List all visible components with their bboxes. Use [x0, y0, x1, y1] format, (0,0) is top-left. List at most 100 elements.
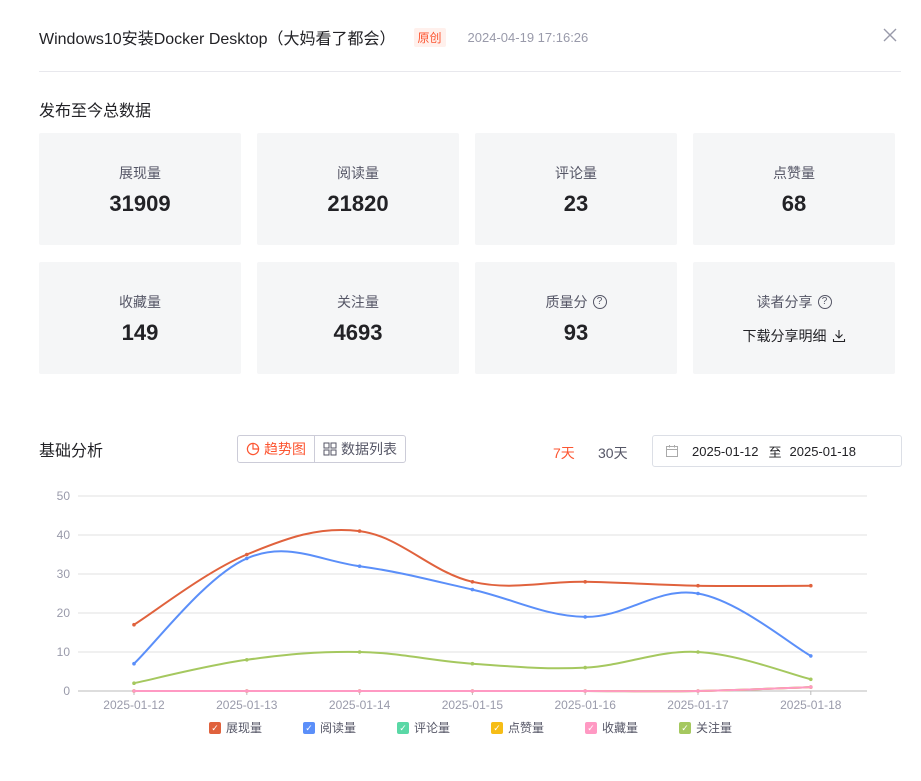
- close-icon[interactable]: [879, 24, 901, 46]
- stat-value: 93: [563, 320, 589, 345]
- trend-chart: 0 10 20 30 40 50 2025-01-12 2025-01-13 2025-01-1…: [57, 489, 867, 712]
- date-separator: 至: [768, 444, 782, 460]
- stat-label: 阅读量: [337, 165, 379, 181]
- data-point: [583, 689, 587, 693]
- y-tick-label: 10: [57, 645, 71, 659]
- checkbox-icon: ✓: [679, 721, 691, 734]
- stat-card-follows: 关注量 4693: [257, 262, 459, 374]
- view-toggle: 趋势图 数据列表: [237, 435, 406, 463]
- data-point: [245, 552, 249, 557]
- original-badge: 原创: [413, 27, 446, 47]
- legend-label: 关注量: [696, 721, 733, 735]
- y-tick-label: 40: [57, 528, 71, 542]
- series-line: [133, 650, 812, 685]
- data-point: [583, 615, 587, 619]
- stat-value: 23: [563, 191, 589, 216]
- data-point: [245, 556, 249, 561]
- data-point: [696, 583, 700, 588]
- legend-label: 收藏量: [602, 721, 639, 735]
- checkbox-icon: ✓: [397, 721, 409, 734]
- legend-item[interactable]: ✓ 收藏量: [585, 719, 638, 736]
- range-30-days[interactable]: 30天: [598, 443, 628, 463]
- checkbox-icon: ✓: [209, 721, 221, 734]
- stat-label-with-help: 质量分 ?: [475, 292, 677, 312]
- y-tick-label: 30: [57, 567, 71, 581]
- x-tick-label: 2025-01-12: [103, 698, 165, 712]
- legend-label: 展现量: [226, 721, 263, 735]
- legend-label: 评论量: [414, 721, 451, 735]
- data-point: [245, 658, 249, 662]
- data-point: [583, 665, 587, 670]
- x-tick-label: 2025-01-16: [555, 698, 617, 712]
- data-point: [696, 650, 700, 654]
- data-point: [357, 650, 362, 654]
- data-point: [696, 689, 700, 693]
- calendar-icon: [666, 445, 678, 457]
- stat-card-quality: 质量分 ? 93: [475, 262, 677, 374]
- data-point: [470, 587, 475, 592]
- grid-icon: [323, 442, 337, 456]
- tab-trend-chart[interactable]: 趋势图: [238, 436, 315, 462]
- legend-item[interactable]: ✓ 关注量: [679, 719, 732, 736]
- y-tick-label: 20: [57, 606, 71, 620]
- stat-value: 149: [121, 320, 159, 345]
- data-point: [809, 685, 813, 689]
- stat-label: 读者分享: [756, 294, 813, 310]
- overview-title: 发布至今总数据: [39, 103, 152, 120]
- tab-label: 数据列表: [341, 441, 397, 457]
- legend-item[interactable]: ✓ 点赞量: [491, 719, 544, 736]
- stat-label: 质量分: [545, 294, 588, 310]
- data-point: [809, 677, 813, 682]
- stat-card-impressions: 展现量 31909: [39, 133, 241, 245]
- data-point: [132, 681, 136, 685]
- tab-label: 趋势图: [264, 441, 306, 457]
- checkbox-icon: ✓: [491, 721, 503, 734]
- date-range-picker[interactable]: 2025-01-12 至 2025-01-18: [652, 435, 902, 467]
- legend-label: 点赞量: [508, 721, 545, 735]
- header-divider: [39, 71, 901, 72]
- date-start[interactable]: 2025-01-12: [692, 444, 759, 459]
- analysis-title: 基础分析: [39, 443, 104, 460]
- stat-value: 31909: [109, 191, 171, 216]
- data-point: [357, 529, 362, 533]
- x-tick-label: 2025-01-17: [667, 698, 729, 712]
- stat-label: 点赞量: [773, 165, 815, 181]
- download-share-label: 下载分享明细: [742, 328, 827, 344]
- tab-data-list[interactable]: 数据列表: [315, 436, 405, 462]
- legend-item[interactable]: ✓ 阅读量: [303, 719, 356, 736]
- stat-card-comments: 评论量 23: [475, 133, 677, 245]
- help-icon[interactable]: ?: [817, 295, 832, 309]
- download-share-detail-link[interactable]: 下载分享明细: [693, 326, 895, 346]
- y-tick-label: 0: [63, 684, 70, 698]
- date-end[interactable]: 2025-01-18: [790, 444, 857, 459]
- range-7-days[interactable]: 7天: [553, 443, 575, 463]
- data-point: [132, 661, 136, 666]
- legend-label: 阅读量: [320, 721, 357, 735]
- legend-item[interactable]: ✓ 评论量: [397, 719, 450, 736]
- data-point: [470, 661, 475, 666]
- chart-legend: ✓ 展现量 ✓ 阅读量 ✓ 评论量 ✓ 点赞量 ✓ 收藏量 ✓ 关注量: [0, 719, 921, 737]
- help-icon[interactable]: ?: [592, 295, 607, 309]
- data-point: [357, 689, 362, 693]
- legend-item[interactable]: ✓ 展现量: [209, 719, 262, 736]
- x-tick-label: 2025-01-14: [329, 698, 391, 712]
- data-point: [470, 580, 475, 584]
- stat-card-reads: 阅读量 21820: [257, 133, 459, 245]
- stat-label: 收藏量: [119, 294, 161, 310]
- data-point: [809, 583, 813, 588]
- data-point: [132, 622, 136, 627]
- x-tick-label: 2025-01-13: [216, 698, 278, 712]
- data-point: [470, 689, 475, 693]
- x-tick-label: 2025-01-15: [442, 698, 504, 712]
- article-header: Windows10安装Docker Desktop（大妈看了都会） 原创 202…: [39, 22, 901, 52]
- stat-card-likes: 点赞量 68: [693, 133, 895, 245]
- data-point: [357, 564, 362, 568]
- stat-label-with-help: 读者分享 ?: [693, 292, 895, 312]
- data-point: [132, 689, 136, 693]
- pie-chart-icon: [246, 442, 260, 456]
- x-tick-label: 2025-01-18: [780, 698, 842, 712]
- article-title: Windows10安装Docker Desktop（大妈看了都会）: [39, 31, 396, 48]
- data-point: [245, 689, 249, 693]
- series-line: [133, 550, 812, 665]
- stat-card-favorites: 收藏量 149: [39, 262, 241, 374]
